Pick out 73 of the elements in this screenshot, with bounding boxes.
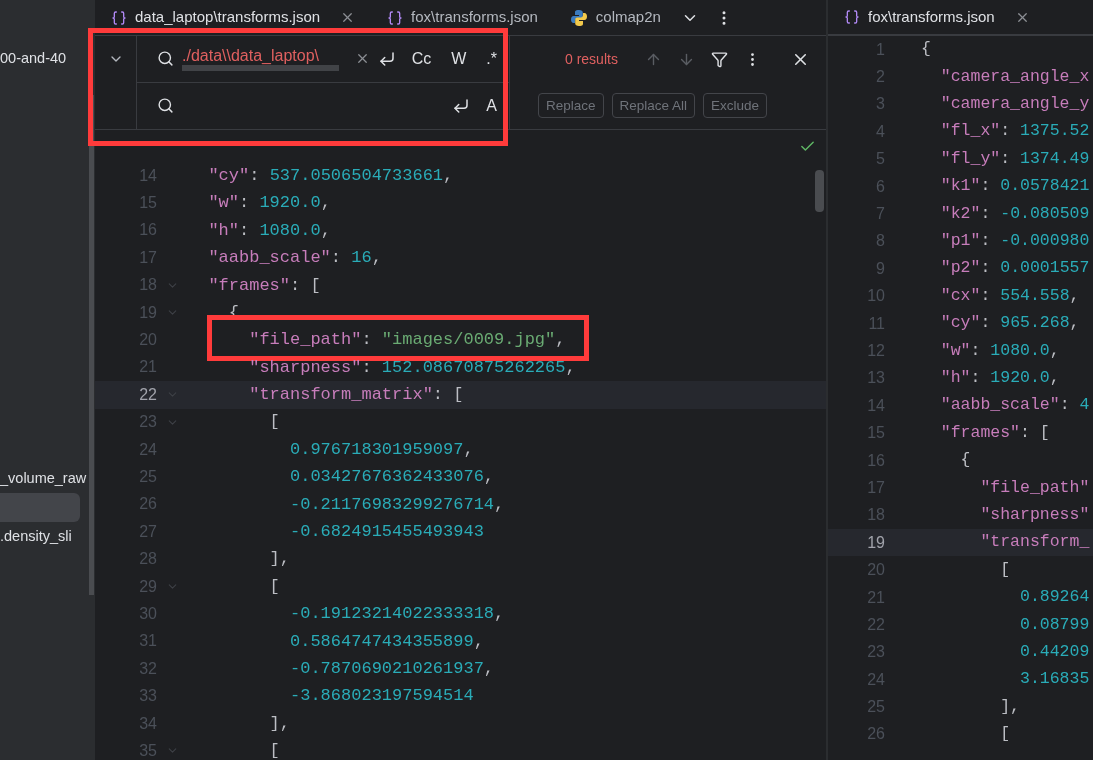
- code-line: "h": 1920.0,: [939, 367, 1060, 389]
- code-line: {: [921, 38, 931, 61]
- code-line: "cy": 965.268,: [939, 312, 1080, 335]
- code-line: "file_path": [979, 476, 1090, 499]
- code-line: "fl_y": 1374.49: [939, 147, 1090, 170]
- code-line: "camera_angle_x: [939, 65, 1090, 88]
- code-line: "transform_matrix": [: [248, 384, 464, 407]
- newline-icon[interactable]: [377, 49, 396, 68]
- code-line: [: [268, 740, 280, 760]
- editor-tab[interactable]: data_laptop\transforms.json: [95, 0, 372, 35]
- code-line: -0.7870690210261937,: [289, 657, 495, 680]
- editor-tab[interactable]: fox\transforms.json: [828, 0, 1046, 35]
- find-field[interactable]: ./data\\data_laptop\: [182, 46, 339, 71]
- code-line: "cy": 537.0506504733661,: [207, 164, 454, 187]
- python-icon: [569, 8, 588, 27]
- code-line: ],: [268, 548, 291, 571]
- editor-tab[interactable]: colmap2n: [553, 0, 677, 35]
- search-option-toggle[interactable]: .*: [482, 46, 501, 71]
- code-line: 0.08799: [1019, 613, 1090, 636]
- braces-icon: [387, 9, 404, 26]
- code-line: "transform_: [979, 531, 1090, 554]
- braces-icon: [844, 9, 860, 25]
- project-tree-item[interactable]: 00-and-40: [0, 44, 95, 73]
- code-line: 0.976718301959097,: [289, 438, 474, 461]
- editor-tab[interactable]: fox\transforms.json: [371, 0, 554, 35]
- code-line: "w": 1080.0,: [939, 339, 1060, 362]
- braces-icon: [111, 9, 127, 26]
- project-tree-item[interactable]: _volume_raw: [0, 464, 95, 493]
- result-count: 0 results: [565, 49, 619, 69]
- code-line: 0.44209: [1019, 640, 1090, 663]
- code-line: "w": 1920.0,: [207, 192, 331, 215]
- code-line: [: [268, 575, 280, 598]
- line-number: 19: [866, 532, 885, 553]
- code-line: "camera_angle_y: [939, 93, 1090, 116]
- code-line: "sharpness": [979, 503, 1090, 526]
- code-line: "fl_x": 1375.52: [939, 120, 1090, 143]
- project-tree-item[interactable]: .density_sli: [0, 522, 95, 551]
- code-line: "p1": -0.000980: [939, 230, 1090, 253]
- code-line: "aabb_scale": 16,: [207, 247, 382, 270]
- code-line: -0.6824915455493943: [289, 521, 484, 543]
- search-option-toggle[interactable]: W: [447, 46, 471, 71]
- code-line: [: [268, 411, 280, 434]
- scrollbar-thumb[interactable]: [815, 170, 824, 212]
- code-line: "frames": [: [939, 421, 1050, 444]
- code-line: "p2": 0.0001557: [939, 257, 1090, 280]
- search-icon[interactable]: [157, 97, 174, 115]
- code-line: 3.16835: [1019, 668, 1090, 691]
- search-option-toggle[interactable]: A: [482, 93, 501, 118]
- code-line: "frames": [: [207, 274, 321, 297]
- code-line: "k2": -0.080509: [939, 202, 1090, 225]
- code-line: 0.03427676362433076,: [289, 466, 495, 489]
- search-option-toggle[interactable]: Cc: [407, 46, 436, 71]
- code-line: 0.5864747434355899,: [289, 630, 484, 653]
- code-line: -3.868023197594514: [289, 685, 474, 708]
- code-line: [: [999, 558, 1011, 581]
- code-line: "h": 1080.0,: [207, 219, 331, 242]
- code-line: "cx": 554.558,: [939, 284, 1080, 307]
- code-line: "k1": 0.0578421: [939, 175, 1090, 198]
- line-number: 22: [138, 384, 157, 405]
- scrollbar-thumb[interactable]: [89, 95, 94, 595]
- code-line: -0.21176983299276714,: [289, 493, 505, 516]
- code-line: ],: [268, 712, 291, 735]
- filter-icon[interactable]: [711, 50, 728, 68]
- code-line: -0.19123214022333318,: [289, 603, 505, 626]
- code-line: 0.89264: [1019, 586, 1090, 609]
- code-line: "file_path": "images/0009.jpg",: [248, 329, 566, 352]
- code-line: ],: [999, 695, 1021, 718]
- newline-icon[interactable]: [452, 96, 471, 115]
- code-line: [: [999, 723, 1011, 746]
- search-icon[interactable]: [157, 50, 174, 68]
- code-line: {: [959, 449, 971, 472]
- code-line: "aabb_scale": 4: [939, 394, 1090, 417]
- code-line: "sharpness": 152.08670875262265,: [248, 356, 576, 379]
